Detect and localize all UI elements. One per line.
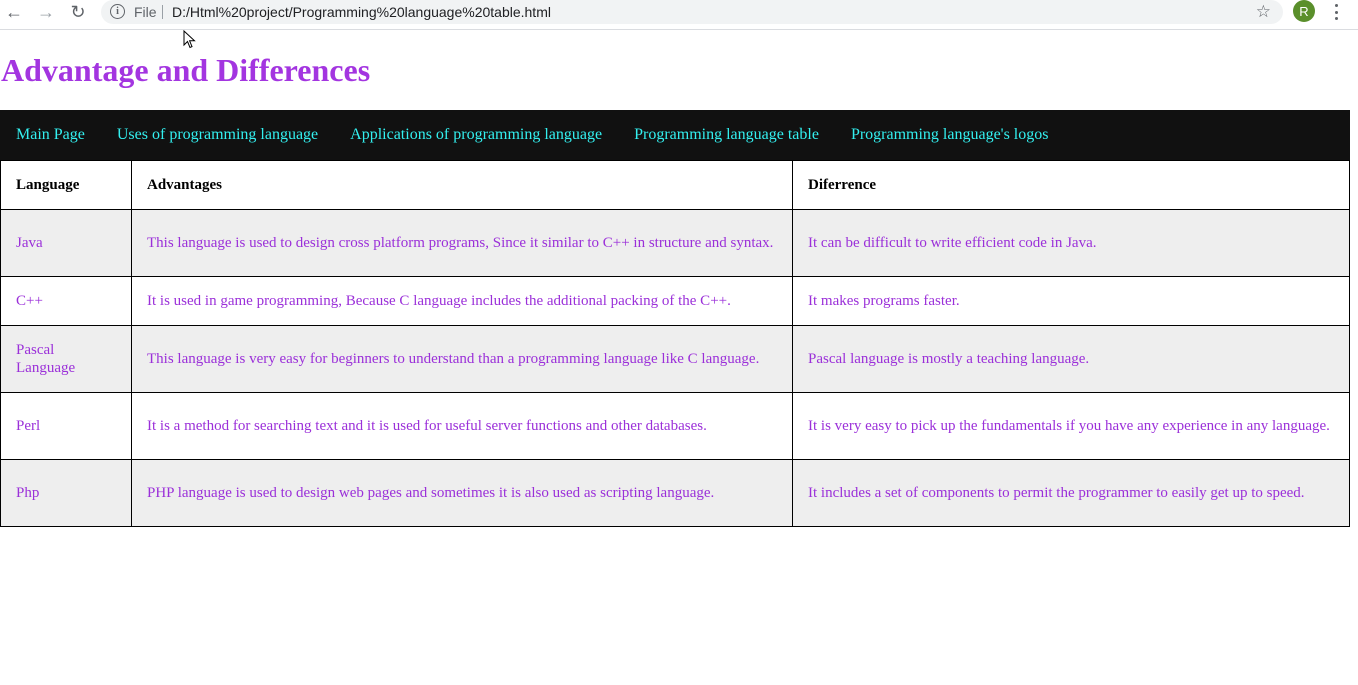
- cell-advantages: It is a method for searching text and it…: [131, 392, 793, 460]
- bookmark-star-icon[interactable]: ☆: [1256, 2, 1271, 22]
- nav-link-main-page[interactable]: Main Page: [0, 126, 101, 144]
- cell-advantages: PHP language is used to design web pages…: [131, 459, 793, 527]
- page-title: Advantage and Differences: [1, 52, 371, 88]
- table-row: Php PHP language is used to design web p…: [0, 459, 1350, 527]
- info-icon[interactable]: i: [110, 4, 125, 19]
- table-header-row: Language Advantages Diferrence: [0, 160, 1350, 210]
- top-navigation-bar: Main Page Uses of programming language A…: [0, 110, 1350, 160]
- table-row: C++ It is used in game programming, Beca…: [0, 276, 1350, 326]
- cell-language: Java: [0, 209, 132, 277]
- header-language: Language: [0, 160, 132, 210]
- nav-link-table[interactable]: Programming language table: [618, 126, 835, 144]
- language-table: Language Advantages Diferrence Java This…: [0, 160, 1350, 527]
- cell-language: Pascal Language: [0, 325, 132, 393]
- nav-link-uses[interactable]: Uses of programming language: [101, 126, 334, 144]
- nav-link-applications[interactable]: Applications of programming language: [334, 126, 618, 144]
- cell-advantages: It is used in game programming, Because …: [131, 276, 793, 326]
- url-scheme: File: [134, 4, 157, 20]
- kebab-menu-icon[interactable]: [1328, 2, 1344, 22]
- cell-difference: It includes a set of components to permi…: [792, 459, 1350, 527]
- cell-language: Php: [0, 459, 132, 527]
- cell-advantages: This language is used to design cross pl…: [131, 209, 793, 277]
- table-row: Perl It is a method for searching text a…: [0, 392, 1350, 460]
- cell-difference: Pascal language is mostly a teaching lan…: [792, 325, 1350, 393]
- header-difference: Diferrence: [792, 160, 1350, 210]
- mouse-cursor-icon: [183, 30, 196, 49]
- divider: [162, 5, 163, 19]
- table-row: Java This language is used to design cro…: [0, 209, 1350, 277]
- cell-difference: It can be difficult to write efficient c…: [792, 209, 1350, 277]
- address-bar[interactable]: i File D:/Html%20project/Programming%20l…: [101, 0, 1283, 24]
- back-icon[interactable]: ←: [1, 1, 27, 23]
- cell-language: Perl: [0, 392, 132, 460]
- url-text[interactable]: D:/Html%20project/Programming%20language…: [172, 4, 551, 20]
- nav-link-logos[interactable]: Programming language's logos: [835, 126, 1065, 144]
- browser-toolbar: ← → ↻ i File D:/Html%20project/Programmi…: [0, 0, 1358, 30]
- reload-icon[interactable]: ↻: [65, 1, 91, 23]
- cell-advantages: This language is very easy for beginners…: [131, 325, 793, 393]
- cell-language: C++: [0, 276, 132, 326]
- forward-icon[interactable]: →: [33, 1, 59, 23]
- profile-avatar[interactable]: R: [1293, 0, 1315, 22]
- cell-difference: It makes programs faster.: [792, 276, 1350, 326]
- header-advantages: Advantages: [131, 160, 793, 210]
- cell-difference: It is very easy to pick up the fundament…: [792, 392, 1350, 460]
- table-row: Pascal Language This language is very ea…: [0, 325, 1350, 393]
